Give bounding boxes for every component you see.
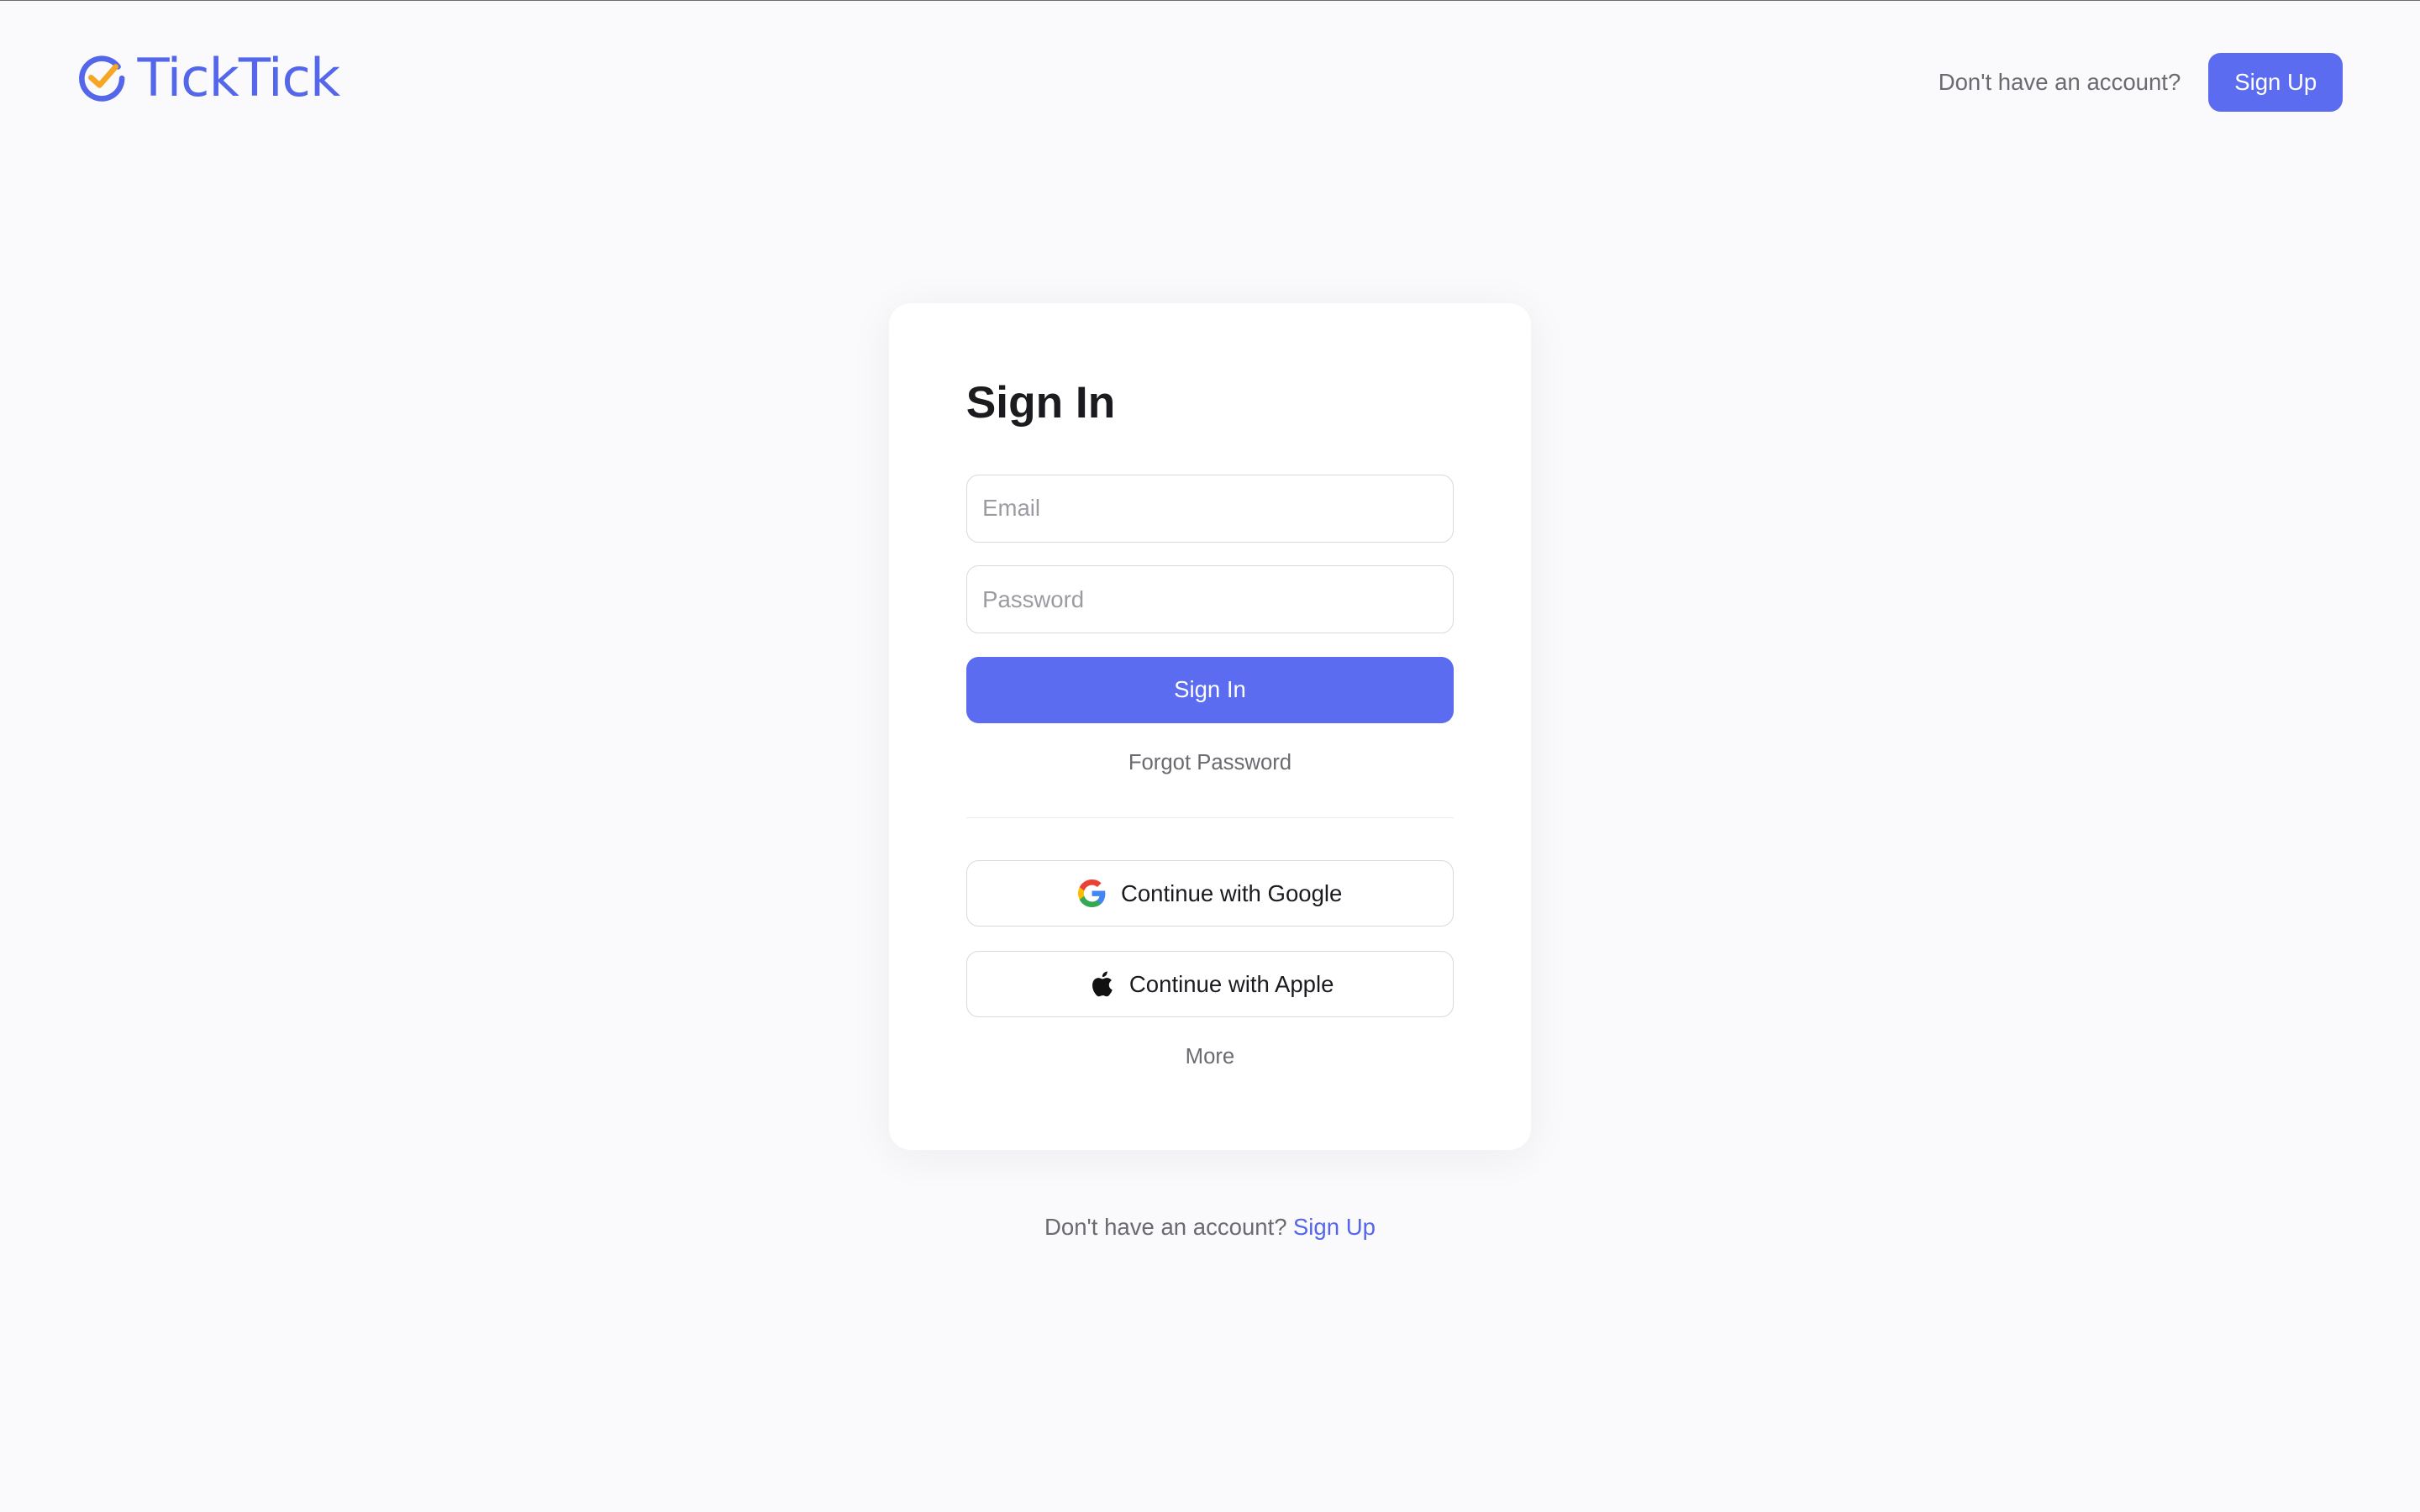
forgot-password-link[interactable]: Forgot Password [966, 751, 1454, 775]
more-options-link[interactable]: More [966, 1045, 1454, 1069]
header-signup-area: Don't have an account? Sign Up [1938, 53, 2344, 113]
ticktick-logo-icon [79, 55, 125, 102]
header-signup-prompt: Don't have an account? [1938, 69, 2181, 96]
divider [965, 816, 1455, 819]
apple-signin-label: Continue with Apple [1128, 970, 1334, 997]
logo-text: TickTick [137, 46, 340, 108]
apple-signin-button[interactable]: Continue with Apple [965, 951, 1455, 1018]
footer-signup: Don't have an account? Sign Up [0, 1214, 2420, 1241]
apple-icon [1092, 971, 1113, 997]
footer-signup-link[interactable]: Sign Up [1293, 1214, 1376, 1240]
email-input[interactable] [965, 474, 1455, 543]
google-icon [1077, 879, 1105, 908]
logo[interactable]: TickTick [76, 46, 340, 108]
google-signin-label: Continue with Google [1120, 879, 1343, 906]
header: TickTick Don't have an account? Sign Up [0, 1, 2420, 161]
footer-signup-prompt: Don't have an account? [1044, 1213, 1287, 1240]
signin-button[interactable]: Sign In [965, 656, 1455, 723]
password-input[interactable] [965, 565, 1455, 634]
header-signup-button[interactable]: Sign Up [2208, 53, 2344, 113]
page-title: Sign In [965, 378, 1116, 428]
google-signin-button[interactable]: Continue with Google [965, 860, 1455, 927]
signin-card: Sign In Sign In Forgot Password Continue… [888, 302, 1531, 1151]
